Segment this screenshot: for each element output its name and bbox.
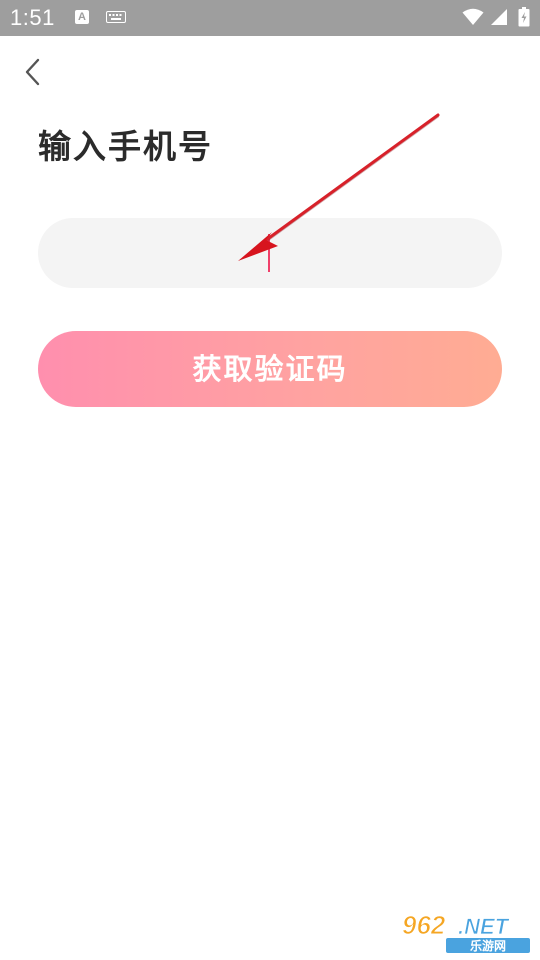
back-button[interactable] (16, 54, 50, 90)
text-cursor (268, 234, 270, 272)
watermark-logo: 962 .NET 乐游网 (402, 910, 530, 953)
page-title: 输入手机号 (38, 127, 213, 166)
svg-text:962: 962 (402, 910, 446, 940)
signal-icon (491, 9, 507, 25)
svg-text:.NET: .NET (458, 914, 510, 939)
chevron-left-icon (25, 58, 40, 86)
get-verification-code-button[interactable]: 获取验证码 (38, 331, 502, 407)
app-screen: 1:51 A 输入手机号 获取验证码 962 .NET 乐游网 (0, 0, 540, 960)
status-time: 1:51 (10, 5, 55, 30)
phone-input-container[interactable] (38, 218, 502, 288)
svg-text:乐游网: 乐游网 (470, 938, 506, 953)
battery-icon (518, 7, 530, 27)
status-bar: 1:51 A (0, 0, 540, 36)
keyboard-icon (106, 11, 126, 23)
wifi-icon (462, 8, 484, 25)
notification-a-icon: A (75, 10, 89, 24)
phone-number-input[interactable] (38, 218, 502, 288)
